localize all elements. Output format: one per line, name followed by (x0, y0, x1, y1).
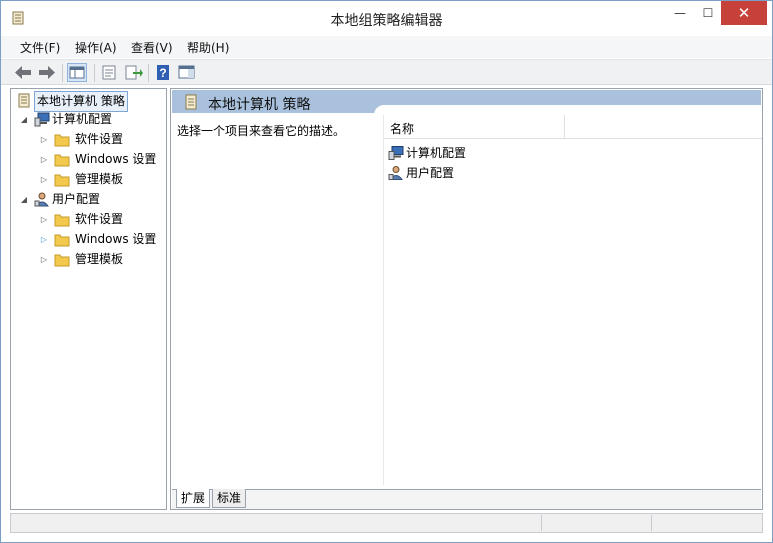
policy-scroll-icon (16, 93, 32, 108)
tree-item-label: Windows 设置 (75, 152, 157, 166)
navigation-tree[interactable]: 本地计算机 策略 ◢ 计算机配置 ▷ 软件设置 ▷ Windows 设置 ▷ 管… (10, 88, 167, 510)
menu-bar: 文件(F) 操作(A) 查看(V) 帮助(H) (1, 36, 772, 58)
help-icon[interactable]: ? (153, 63, 173, 82)
tree-item-label: 软件设置 (75, 132, 124, 146)
folder-icon (54, 212, 70, 227)
tree-item-label: 软件设置 (75, 212, 124, 226)
column-name-header[interactable]: 名称 (390, 120, 414, 137)
tree-item-label: Windows 设置 (75, 232, 157, 246)
expanded-arrow-icon[interactable]: ◢ (19, 190, 29, 209)
tab-standard[interactable]: 标准 (212, 489, 247, 508)
title-bar: 本地组策略编辑器 — ☐ ✕ (1, 1, 772, 35)
collapsed-arrow-icon[interactable]: ▷ (39, 230, 49, 249)
computer-icon (34, 112, 50, 127)
collapsed-arrow-icon[interactable]: ▷ (39, 130, 49, 149)
tree-item-label: 用户配置 (52, 192, 101, 206)
computer-icon (388, 145, 404, 161)
folder-icon (54, 172, 70, 187)
toolbar: ? (1, 59, 772, 85)
view-tabs: 扩展 标准 (172, 489, 761, 509)
collapsed-arrow-icon[interactable]: ▷ (39, 210, 49, 229)
show-hide-action-pane-icon[interactable] (177, 63, 197, 82)
list-item-label: 用户配置 (406, 166, 455, 180)
list-item-label: 计算机配置 (406, 146, 467, 160)
status-bar (10, 513, 763, 533)
close-button[interactable]: ✕ (721, 1, 767, 25)
header-curve (374, 105, 761, 115)
maximize-button[interactable]: ☐ (695, 1, 721, 25)
folder-icon (54, 152, 70, 167)
tree-item-label: 管理模板 (75, 172, 124, 186)
window-title: 本地组策略编辑器 (330, 13, 443, 29)
toolbar-separator (148, 64, 149, 82)
description-text: 选择一个项目来查看它的描述。 (177, 124, 346, 138)
collapsed-arrow-icon[interactable]: ▷ (39, 150, 49, 169)
properties-icon[interactable] (99, 63, 119, 82)
column-divider[interactable] (564, 115, 565, 139)
app-window: 本地组策略编辑器 — ☐ ✕ 文件(F) 操作(A) 查看(V) 帮助(H) ? (0, 0, 773, 543)
tab-extended[interactable]: 扩展 (176, 489, 211, 508)
status-divider (651, 515, 652, 531)
show-hide-tree-icon[interactable] (67, 63, 87, 82)
status-divider (541, 515, 542, 531)
user-icon (34, 192, 50, 207)
export-list-icon[interactable] (123, 63, 143, 82)
collapsed-arrow-icon[interactable]: ▷ (39, 170, 49, 189)
user-icon (388, 165, 404, 181)
minimize-button[interactable]: — (665, 1, 695, 25)
forward-icon[interactable] (37, 63, 57, 82)
toolbar-separator (94, 64, 95, 82)
back-icon[interactable] (13, 63, 33, 82)
folder-icon (54, 232, 70, 247)
item-list[interactable]: 名称 计算机配置 用户配置 (383, 115, 762, 485)
folder-icon (54, 252, 70, 267)
menu-view[interactable]: 查看(V) (131, 39, 173, 56)
folder-icon (54, 132, 70, 147)
menu-help[interactable]: 帮助(H) (187, 39, 229, 56)
expanded-arrow-icon[interactable]: ◢ (19, 110, 29, 129)
detail-pane: 本地计算机 策略 选择一个项目来查看它的描述。 名称 计算机配置 用户配置 扩展… (170, 88, 763, 510)
tree-item-label: 本地计算机 策略 (34, 91, 128, 112)
collapsed-arrow-icon[interactable]: ▷ (39, 250, 49, 269)
list-column-header: 名称 (384, 115, 762, 139)
toolbar-separator (62, 64, 63, 82)
menu-action[interactable]: 操作(A) (75, 39, 117, 56)
menu-file[interactable]: 文件(F) (20, 39, 60, 56)
svg-text:?: ? (159, 66, 166, 80)
policy-scroll-icon (184, 94, 198, 110)
tree-item-label: 计算机配置 (52, 112, 113, 126)
detail-header-title: 本地计算机 策略 (208, 97, 311, 113)
tree-item-label: 管理模板 (75, 252, 124, 266)
